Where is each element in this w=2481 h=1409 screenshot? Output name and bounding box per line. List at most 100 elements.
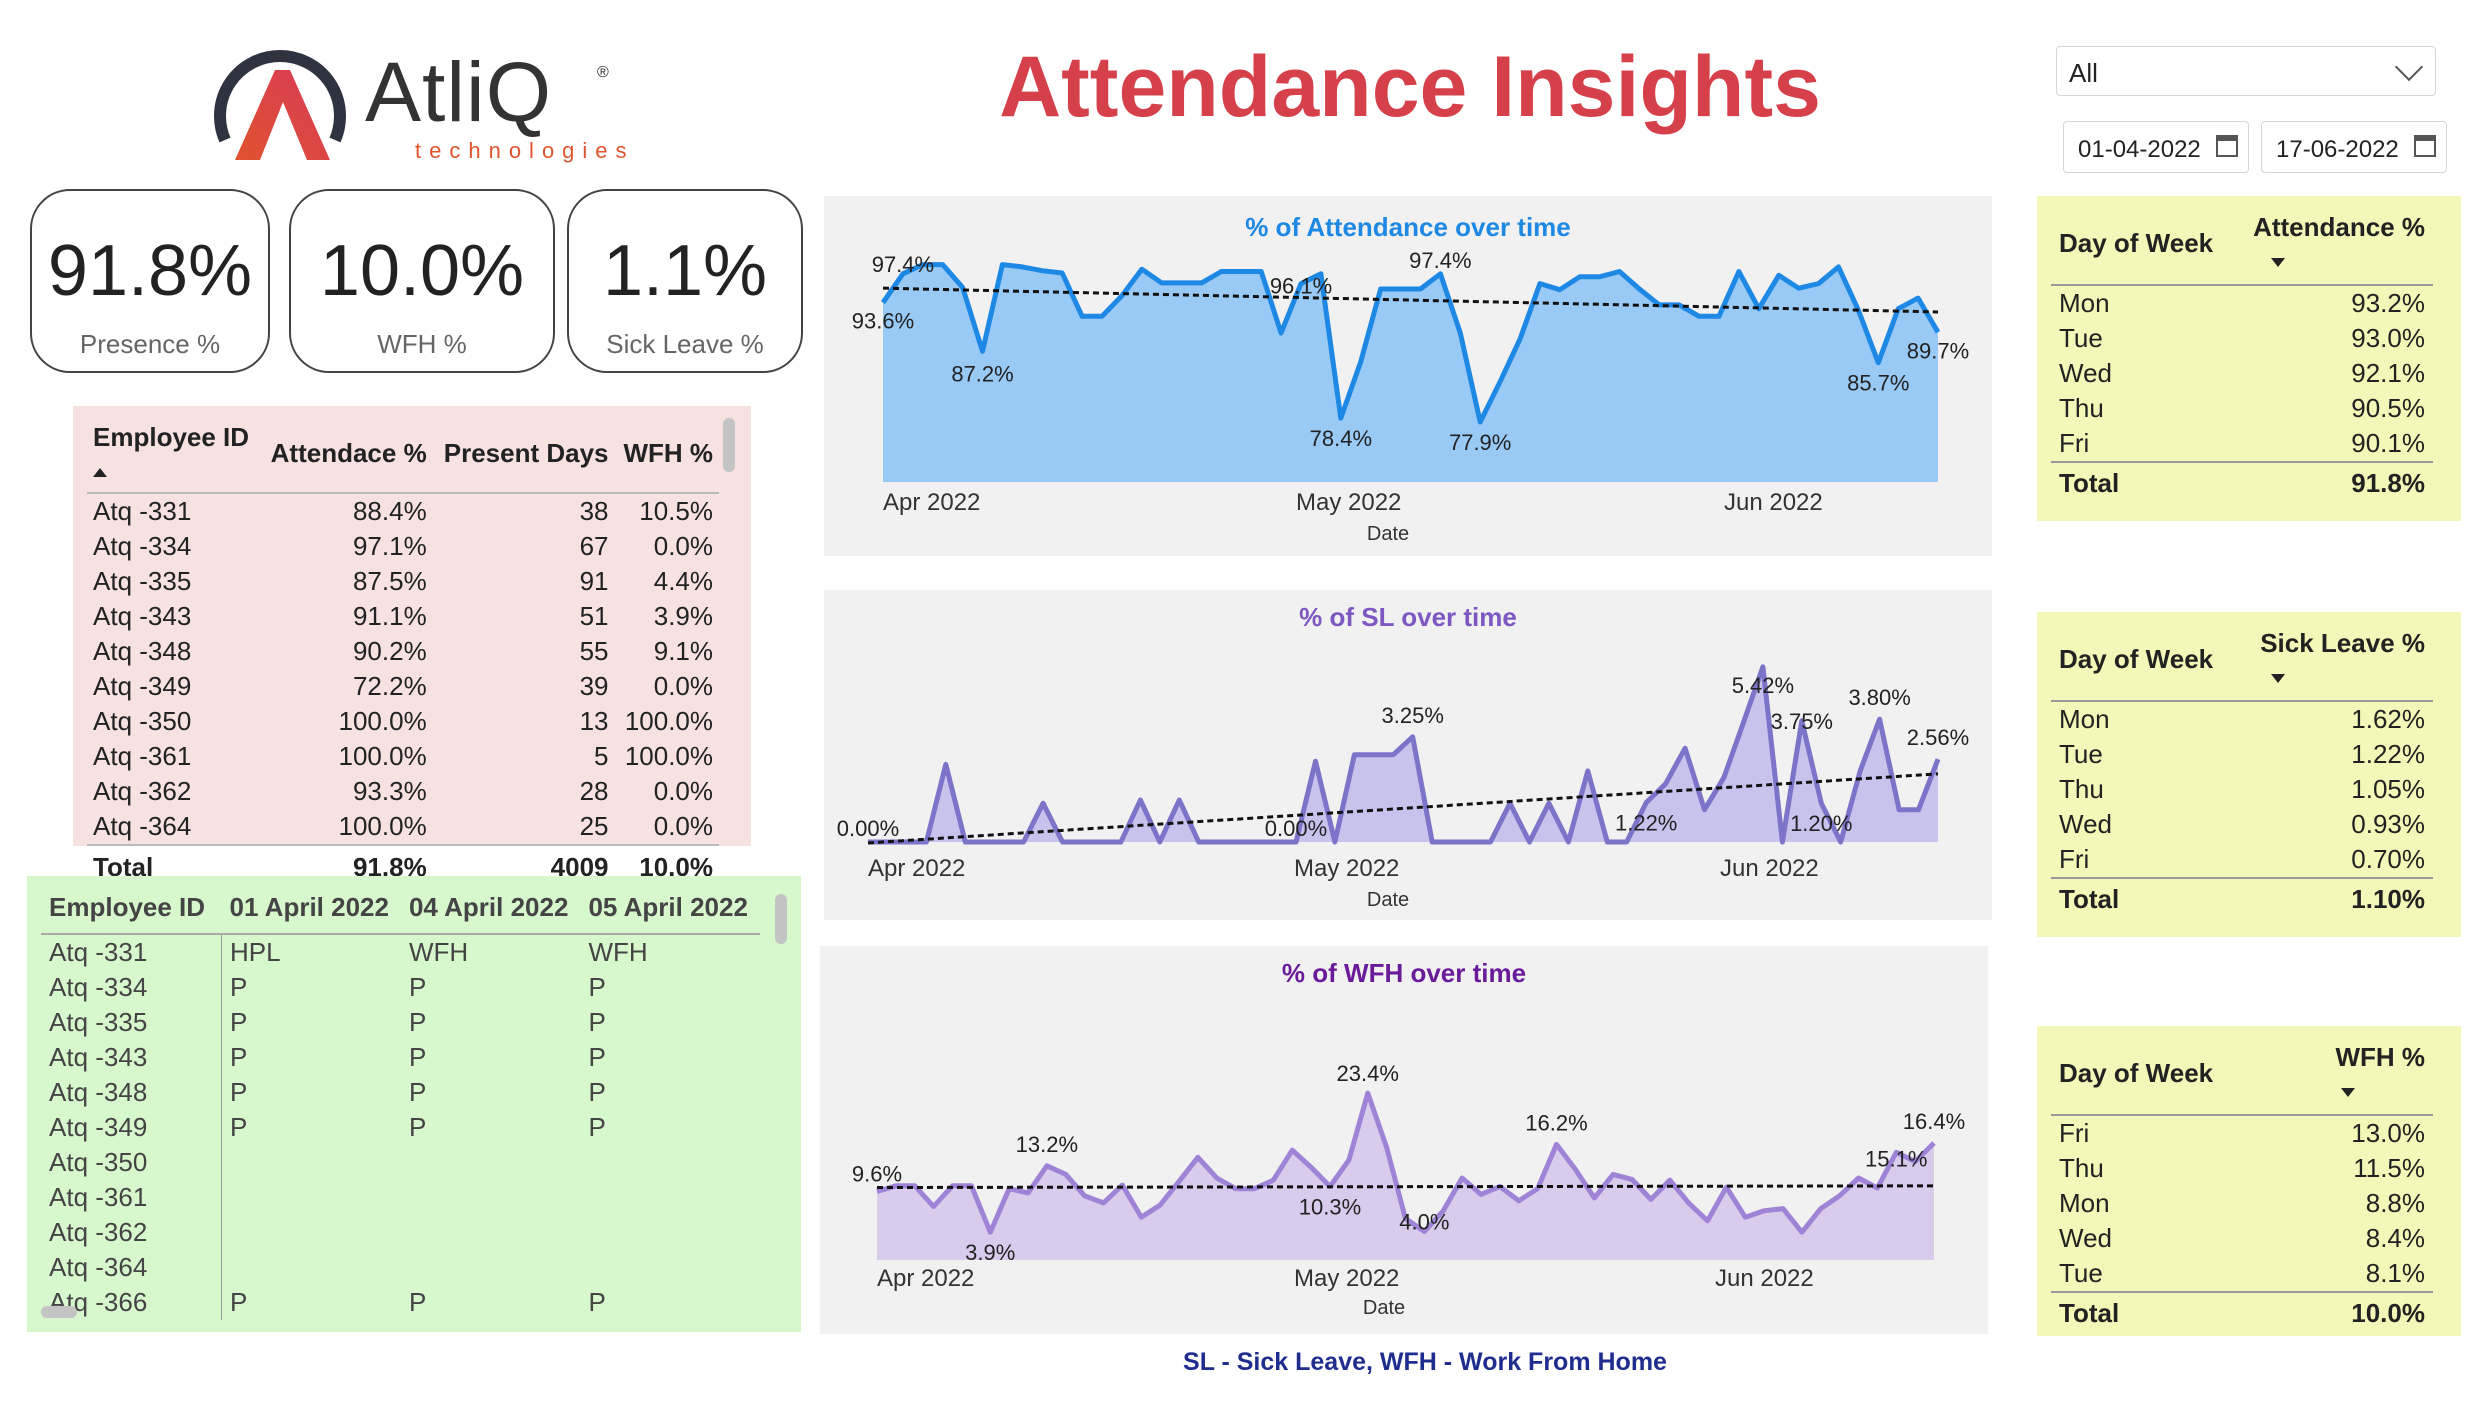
table-row[interactable]: Thu 11.5% [2051,1151,2433,1186]
table-row[interactable]: Wed 92.1% [2051,356,2433,391]
table-row[interactable]: Atq -334 97.1% 67 0.0% [87,529,719,564]
value-cell: 13 [579,706,609,736]
calendar-icon[interactable] [2216,135,2238,157]
table-row[interactable]: Atq -366 P P P [41,1285,760,1320]
table-row[interactable]: Thu 90.5% [2051,391,2433,426]
table-row[interactable]: Atq -348 90.2% 55 9.1% [87,634,719,669]
attendance-over-time-chart: % of Attendance over time 93.6% 97.4% 87.2%… [852,212,1969,545]
table-row[interactable]: Atq -349 P P P [41,1110,760,1145]
value-cell: 100.0% [338,811,427,841]
value-cell: 93.2% [2351,288,2425,318]
table-row[interactable]: Fri 13.0% [2051,1115,2433,1151]
sort-descending-icon[interactable] [2271,674,2285,683]
table-row[interactable]: Mon 1.62% [2051,701,2433,737]
employee-filter-dropdown[interactable]: All [2056,46,2436,96]
sort-ascending-icon[interactable] [93,468,107,477]
table-row[interactable]: Atq -331 88.4% 38 10.5% [87,493,719,529]
chart-title: % of SL over time [1299,602,1517,632]
value-cell: 10.5% [639,496,713,526]
column-header-wfh[interactable]: WFH % [614,416,719,494]
table-row[interactable]: Atq -348 P P P [41,1075,760,1110]
column-header-employee-id[interactable]: Employee ID [41,884,222,935]
table-row[interactable]: Atq -349 72.2% 39 0.0% [87,669,719,704]
row-label-cell: Atq -335 [93,566,192,596]
data-label: 3.75% [1771,709,1833,734]
daily-status-matrix: Employee ID 01 April 2022 04 April 2022 … [27,876,801,1332]
column-header-present-days[interactable]: Present Days [432,416,615,494]
table-row[interactable]: Fri 90.1% [2051,426,2433,462]
column-header-wfh[interactable]: WFH % [2286,1034,2433,1116]
value-cell: P [588,1112,606,1142]
column-header-employee-id[interactable]: Employee ID [87,416,260,494]
value-cell: 5 [594,741,609,771]
row-label-cell: Fri [2059,844,2090,874]
column-header-date[interactable]: 05 April 2022 [580,884,760,935]
attendance-chart-panel: % of Attendance over time 93.6% 97.4% 87.2%… [824,196,1992,556]
value-cell: 100.0% [338,741,427,771]
column-header-day[interactable]: Day of Week [2051,1034,2287,1116]
table-row[interactable]: Atq -335 P P P [41,1005,760,1040]
table-row[interactable]: Mon 93.2% [2051,285,2433,321]
table-row[interactable]: Atq -331 HPL WFH WFH [41,934,760,970]
sort-descending-icon[interactable] [2341,1088,2355,1097]
calendar-icon[interactable] [2414,135,2436,157]
column-header-date[interactable]: 04 April 2022 [400,884,581,935]
row-label-cell: Mon [2059,704,2110,734]
x-tick-label: May 2022 [1294,1265,1399,1292]
column-header-attendance[interactable]: Attendace % [259,416,433,494]
table-row[interactable]: Atq -334 P P P [41,970,760,1005]
column-header-attendance[interactable]: Attendance % [2232,204,2433,286]
value-cell [580,1215,759,1250]
value-cell: P [230,1077,248,1107]
vertical-scrollbar[interactable] [723,418,735,472]
row-label-cell: Atq -349 [41,1110,222,1145]
value-cell: 8.8% [2365,1188,2425,1218]
table-row[interactable]: Tue 8.1% [2051,1256,2433,1292]
column-header-date[interactable]: 01 April 2022 [221,884,401,935]
x-tick-label: Apr 2022 [877,1265,974,1292]
table-row[interactable]: Atq -350 [41,1145,760,1180]
column-header-sick-leave[interactable]: Sick Leave % [2236,620,2433,702]
chevron-down-icon[interactable] [2394,52,2424,82]
table-row[interactable]: Atq -343 91.1% 51 3.9% [87,599,719,634]
table-row[interactable]: Wed 0.93% [2051,807,2433,842]
table-row[interactable]: Mon 8.8% [2051,1186,2433,1221]
row-label-cell: Atq -348 [41,1075,222,1110]
value-cell: 13.0% [2351,1118,2425,1148]
table-row[interactable]: Tue 93.0% [2051,321,2433,356]
horizontal-scrollbar[interactable] [41,1306,77,1318]
end-date-input[interactable]: 17-06-2022 [2261,121,2447,173]
table-row[interactable]: Atq -350 100.0% 13 100.0% [87,704,719,739]
table-row[interactable]: Tue 1.22% [2051,737,2433,772]
start-date-input[interactable]: 01-04-2022 [2063,121,2249,173]
table-row[interactable]: Wed 8.4% [2051,1221,2433,1256]
row-label-cell: Atq -331 [93,496,192,526]
data-label: 85.7% [1847,371,1909,396]
table-row[interactable]: Atq -335 87.5% 91 4.4% [87,564,719,599]
sl-over-time-chart: % of SL over time 0.00% 0.00% 3.25% 1.22% 5.4… [837,602,1969,911]
data-label: 10.3% [1299,1195,1361,1220]
value-cell: 38 [579,496,609,526]
row-label-cell: Atq -343 [93,601,192,631]
table-row[interactable]: Fri 0.70% [2051,842,2433,878]
table-row[interactable]: Atq -361 [41,1180,760,1215]
data-label: 23.4% [1337,1061,1399,1086]
table-row[interactable]: Atq -361 100.0% 5 100.0% [87,739,719,774]
table-row[interactable]: Thu 1.05% [2051,772,2433,807]
value-cell: P [588,1042,606,1072]
table-row[interactable]: Atq -364 100.0% 25 0.0% [87,809,719,845]
vertical-scrollbar[interactable] [775,894,787,944]
value-cell [580,1145,759,1180]
value-cell: WFH [408,937,469,967]
row-label-cell: Atq -334 [93,531,192,561]
data-label: 9.6% [852,1162,902,1187]
table-row[interactable]: Atq -343 P P P [41,1040,760,1075]
table-row[interactable]: Atq -364 [41,1250,760,1285]
table-total-row: Total 1.10% [2051,877,2433,917]
value-cell: HPL [230,937,281,967]
column-header-day[interactable]: Day of Week [2051,620,2237,702]
sort-descending-icon[interactable] [2271,258,2285,267]
table-row[interactable]: Atq -362 [41,1215,760,1250]
column-header-day[interactable]: Day of Week [2051,204,2233,286]
table-row[interactable]: Atq -362 93.3% 28 0.0% [87,774,719,809]
